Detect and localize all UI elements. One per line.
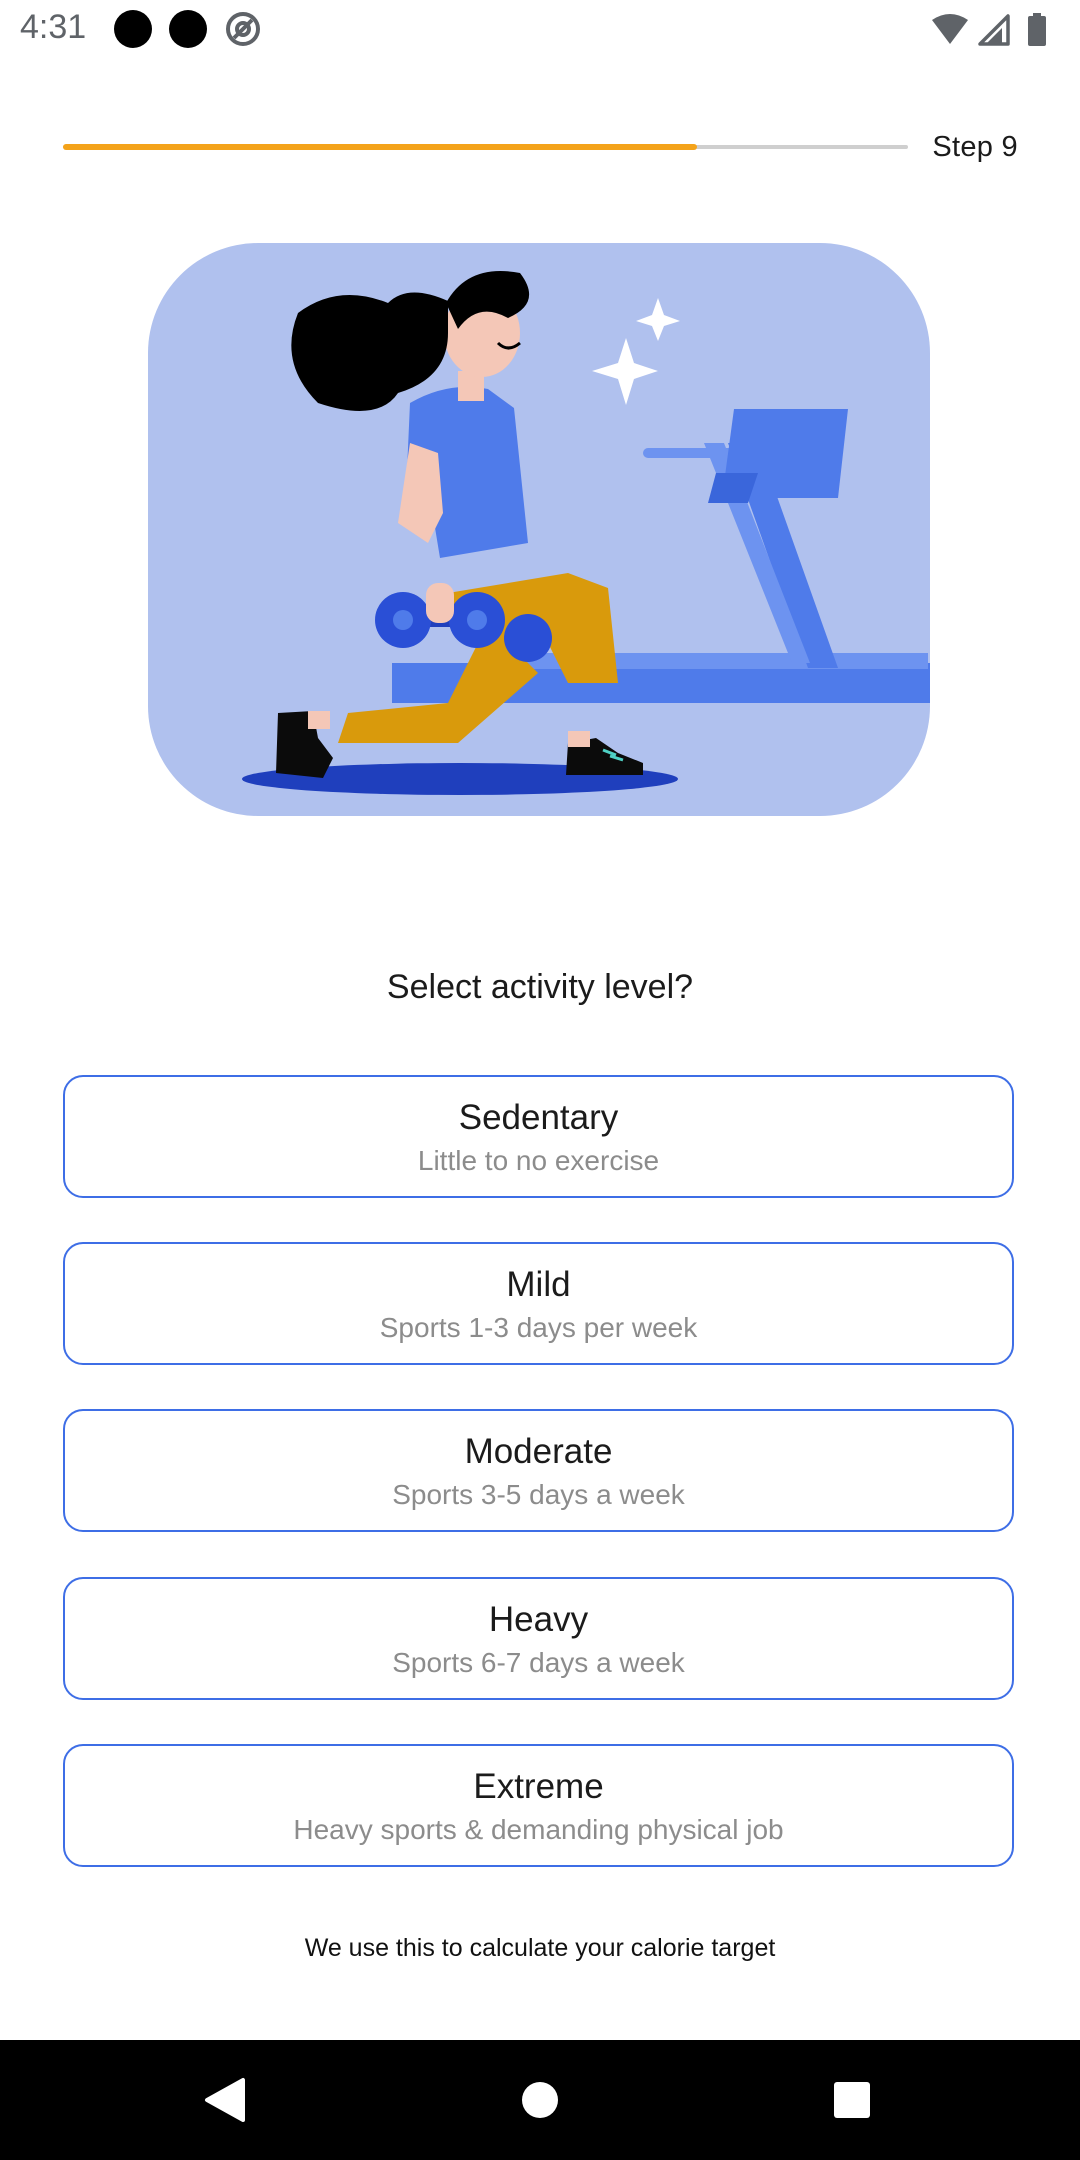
option-sedentary[interactable]: Sedentary Little to no exercise (63, 1075, 1014, 1198)
option-subtitle: Heavy sports & demanding physical job (293, 1814, 784, 1845)
at-sign-icon (226, 12, 260, 46)
option-moderate[interactable]: Moderate Sports 3-5 days a week (63, 1409, 1014, 1532)
option-title: Moderate (464, 1432, 613, 1471)
system-nav-bar (0, 2040, 1080, 2160)
progress-bar (63, 144, 908, 150)
system-status-icons (932, 13, 1046, 46)
progress-bar-fill (63, 144, 697, 150)
option-subtitle: Sports 3-5 days a week (392, 1479, 685, 1510)
step-label: Step 9 (932, 131, 1018, 163)
option-subtitle: Sports 6-7 days a week (392, 1647, 685, 1678)
status-time: 4:31 (20, 8, 87, 46)
option-title: Heavy (488, 1600, 589, 1639)
option-extreme[interactable]: Extreme Heavy sports & demanding physica… (63, 1744, 1014, 1867)
option-mild[interactable]: Mild Sports 1-3 days per week (63, 1242, 1014, 1365)
home-icon[interactable] (480, 2040, 600, 2160)
back-icon[interactable] (165, 2040, 285, 2160)
calorie-footnote: We use this to calculate your calorie ta… (304, 1934, 776, 1962)
option-title: Sedentary (458, 1098, 619, 1137)
option-subtitle: Sports 1-3 days per week (379, 1312, 698, 1343)
activity-level-screen: 4:31 Step 9 Select activity level? Seden… (0, 0, 1080, 2160)
option-subtitle: Little to no exercise (417, 1145, 660, 1176)
option-title: Extreme (473, 1767, 604, 1806)
option-title: Mild (506, 1265, 571, 1304)
notification-dot-icon (169, 10, 207, 48)
notification-dot-icon (114, 10, 152, 48)
battery-icon (1028, 16, 1046, 46)
woman-lunging-with-dumbbells-illustration (242, 271, 930, 795)
sparkle-icon (636, 298, 680, 341)
question-heading: Select activity level? (386, 968, 694, 1006)
wifi-icon (932, 14, 968, 44)
recents-icon[interactable] (792, 2040, 912, 2160)
status-bar: 4:31 (0, 0, 1080, 60)
fitness-illustration (148, 243, 930, 816)
option-heavy[interactable]: Heavy Sports 6-7 days a week (63, 1577, 1014, 1700)
sparkle-icon (592, 338, 658, 405)
